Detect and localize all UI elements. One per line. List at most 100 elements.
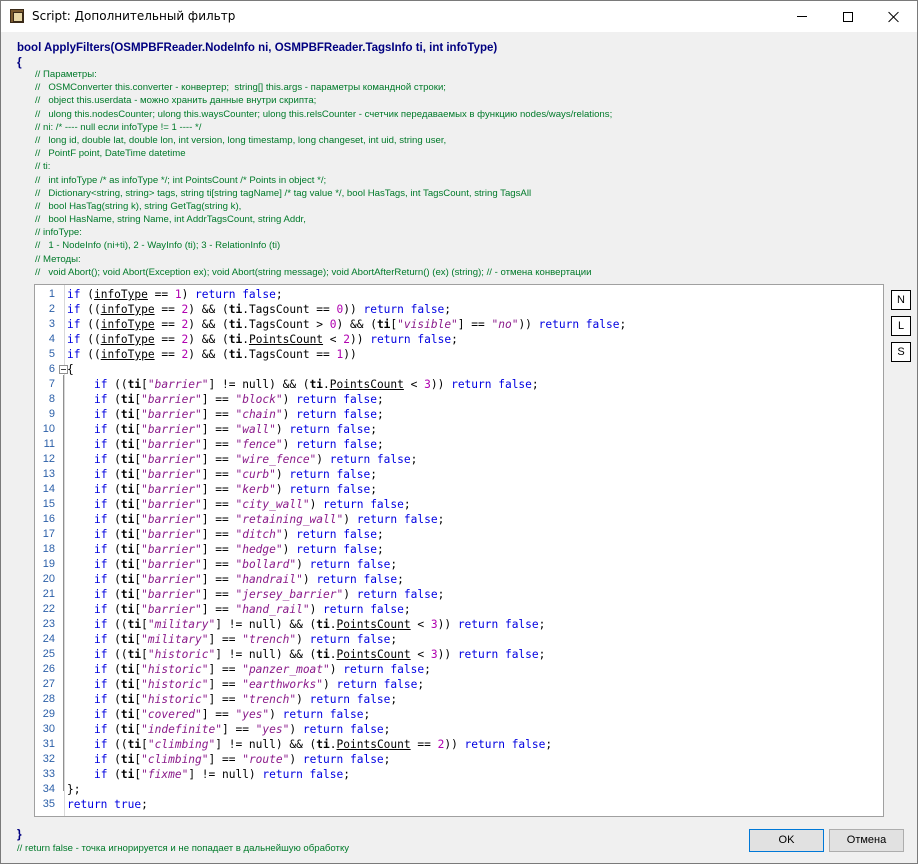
code-line[interactable]: 24 if (ti["military"] == "trench") retur… (35, 632, 883, 647)
code-line[interactable]: 12 if (ti["barrier"] == "wire_fence") re… (35, 452, 883, 467)
code-line[interactable]: 29 if (ti["covered"] == "yes") return fa… (35, 707, 883, 722)
code-line[interactable]: 8 if (ti["barrier"] == "block") return f… (35, 392, 883, 407)
parameters-comment-block: // Параметры: // OSMConverter this.conver… (35, 68, 612, 279)
close-button[interactable] (871, 1, 917, 32)
code-token: )) (437, 648, 458, 661)
code-line[interactable]: 35 return true; (35, 797, 883, 812)
code-token: 3 (430, 618, 438, 631)
minimize-icon (797, 16, 807, 17)
line-number: 22 (42, 603, 55, 615)
code-line[interactable]: 5 if ((infoType == 2) && (ti.TagsCount ==… (35, 347, 883, 362)
code-token: ti (120, 558, 135, 571)
code-token: ; (275, 288, 283, 301)
comment-line: // bool HasName, string Name, int AddrTa… (35, 214, 306, 226)
code-token: ; (417, 678, 425, 691)
line-number: 8 (48, 393, 55, 405)
code-token: ( (80, 288, 94, 301)
side-button-l[interactable]: L (891, 316, 911, 336)
code-token: ] == (201, 588, 236, 601)
code-line[interactable]: 11 if (ti["barrier"] == "fence") return … (35, 437, 883, 452)
code-token: . (329, 738, 337, 751)
code-token: ti (120, 708, 135, 721)
code-text: if (ti["barrier"] == "city_wall") return… (67, 497, 411, 512)
code-token: ti (127, 378, 142, 391)
code-line[interactable]: 27 if (ti["historic"] == "earthworks") r… (35, 677, 883, 692)
code-line[interactable]: 26 if (ti["historic"] == "panzer_moat") … (35, 662, 883, 677)
code-token: "barrier" (141, 438, 202, 451)
code-token: ; (444, 303, 452, 316)
code-line[interactable]: 28 if (ti["historic"] == "trench") retur… (35, 692, 883, 707)
code-token: .TagsCount > (242, 318, 330, 331)
code-line[interactable]: 13 if (ti["barrier"] == "curb") return f… (35, 467, 883, 482)
line-number: 16 (42, 513, 55, 525)
code-line[interactable]: 4 if ((infoType == 2) && (ti.PointsCount … (35, 332, 883, 347)
code-line[interactable]: 17 if (ti["barrier"] == "ditch") return … (35, 527, 883, 542)
line-number: 25 (42, 648, 55, 660)
code-line[interactable]: 32 if (ti["climbing"] == "route") return… (35, 752, 883, 767)
line-number: 7 (48, 378, 55, 390)
code-line[interactable]: 21 if (ti["barrier"] == "jersey_barrier"… (35, 587, 883, 602)
code-line[interactable]: 16 if (ti["barrier"] == "retaining_wall"… (35, 512, 883, 527)
code-line[interactable]: 34}; (35, 782, 883, 797)
code-text: if ((ti["historic"] != null) && (ti.Poin… (67, 647, 545, 662)
code-line[interactable]: 18 if (ti["barrier"] == "hedge") return … (35, 542, 883, 557)
code-line[interactable]: 20 if (ti["barrier"] == "handrail") retu… (35, 572, 883, 587)
code-token: ) (289, 753, 303, 766)
line-number: 24 (42, 633, 55, 645)
code-token: if (93, 483, 108, 496)
code-token: ; (376, 438, 384, 451)
line-number: 3 (48, 318, 55, 330)
comment-line: // long id, double lat, double lon, int … (35, 134, 447, 146)
code-token: if (93, 588, 108, 601)
ok-button[interactable]: OK (749, 829, 824, 852)
code-token: infoType (100, 348, 155, 361)
title-bar[interactable]: Script: Дополнительный фильтр (1, 1, 917, 32)
code-token: if (93, 723, 108, 736)
code-token: 1 (174, 288, 182, 301)
minimize-button[interactable] (779, 1, 825, 32)
code-token: "city_wall" (235, 498, 310, 511)
side-button-s[interactable]: S (891, 342, 911, 362)
open-brace: { (17, 55, 22, 69)
code-editor[interactable]: 1 if (infoType == 1) return false; 2 if ((i… (34, 284, 884, 817)
code-token: return false (302, 753, 384, 766)
code-line[interactable]: 31 if ((ti["climbing"] != null) && (ti.P… (35, 737, 883, 752)
code-line[interactable]: 9 if (ti["barrier"] == "chain") return f… (35, 407, 883, 422)
code-line[interactable]: 1 if (infoType == 1) return false; (35, 287, 883, 302)
code-line[interactable]: 15 if (ti["barrier"] == "city_wall") ret… (35, 497, 883, 512)
code-token: PointsCount (336, 738, 411, 751)
code-token: ) (282, 528, 297, 541)
code-token: [ (141, 648, 148, 661)
side-button-n[interactable]: N (891, 290, 911, 310)
code-line[interactable]: 3 if ((infoType == 2) && (ti.TagsCount > … (35, 317, 883, 332)
code-line[interactable]: 7 if ((ti["barrier"] != null) && (ti.Poi… (35, 377, 883, 392)
cancel-button[interactable]: Отмена (829, 829, 904, 852)
maximize-button[interactable] (825, 1, 871, 32)
code-line[interactable]: 33 if (ti["fixme"] != null) return false… (35, 767, 883, 782)
code-line[interactable]: 30 if (ti["indefinite"] == "yes") return… (35, 722, 883, 737)
code-token: return false (309, 633, 391, 646)
code-token: "retaining_wall" (235, 513, 344, 526)
code-token: "barrier" (141, 573, 202, 586)
code-line[interactable]: 19 if (ti["barrier"] == "bollard") retur… (35, 557, 883, 572)
code-text: if (infoType == 1) return false; (67, 287, 283, 302)
code-line[interactable]: 23 if ((ti["military"] != null) && (ti.P… (35, 617, 883, 632)
line-number: 10 (42, 423, 55, 435)
code-line[interactable]: 10 if (ti["barrier"] == "wall") return f… (35, 422, 883, 437)
function-signature: bool ApplyFilters(OSMPBFReader.NodeInfo … (17, 42, 498, 54)
code-token: return false (289, 423, 371, 436)
code-line[interactable]: 6{ (35, 362, 883, 377)
code-token: ( (107, 453, 121, 466)
code-token: ( (107, 513, 121, 526)
line-number: 6 (48, 363, 55, 375)
code-line[interactable]: 22 if (ti["barrier"] == "hand_rail") ret… (35, 602, 883, 617)
code-line[interactable]: 14 if (ti["barrier"] == "kerb") return f… (35, 482, 883, 497)
code-line[interactable]: 2 if ((infoType == 2) && (ti.TagsCount ==… (35, 302, 883, 317)
code-line[interactable]: 25 if ((ti["historic"] != null) && (ti.P… (35, 647, 883, 662)
code-token: return false (464, 738, 546, 751)
code-token: "barrier" (141, 528, 202, 541)
code-token: (( (107, 378, 128, 391)
